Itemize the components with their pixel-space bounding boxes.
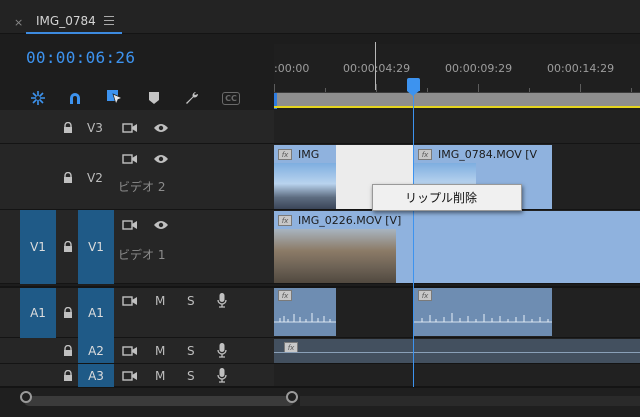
ruler-tick xyxy=(478,84,479,92)
sync-lock-icon[interactable] xyxy=(122,294,138,308)
track-label[interactable]: V3 xyxy=(87,121,103,135)
eye-icon[interactable] xyxy=(153,121,169,135)
track-header-v1[interactable]: V1 V1 ビデオ 1 xyxy=(0,210,274,284)
ruler-label: 00:00:04:29 xyxy=(343,62,411,75)
playhead-timecode[interactable]: 00:00:06:26 xyxy=(26,48,135,67)
ruler-label: :00:00 xyxy=(274,62,310,75)
ruler-tick xyxy=(376,84,377,92)
snap-magnet-icon[interactable] xyxy=(65,88,85,108)
scroll-zoom-handle-right[interactable] xyxy=(286,391,298,403)
ruler-label: 00:00:09:29 xyxy=(445,62,513,75)
track-target-a2[interactable]: A2 xyxy=(78,338,114,363)
eye-icon[interactable] xyxy=(153,152,169,166)
horizontal-scrollbar[interactable] xyxy=(24,396,294,406)
lock-icon[interactable] xyxy=(60,306,76,320)
ruler-tick xyxy=(580,84,581,92)
settings-wrench-icon[interactable] xyxy=(182,88,202,108)
lock-icon[interactable] xyxy=(60,369,76,383)
eye-icon[interactable] xyxy=(153,218,169,232)
audio-waveform xyxy=(274,352,640,353)
mute-button[interactable]: M xyxy=(155,344,165,358)
solo-button[interactable]: S xyxy=(187,369,195,383)
sync-lock-icon[interactable] xyxy=(122,152,138,166)
track-lane-v3[interactable] xyxy=(274,110,640,144)
track-header-a2[interactable]: A2 M S xyxy=(0,338,274,364)
clip-name: IMG_0784.MOV [V xyxy=(438,147,538,161)
source-patch-a1[interactable]: A1 xyxy=(20,288,56,338)
captions-icon[interactable]: CC xyxy=(220,88,242,108)
fx-badge-icon[interactable]: fx xyxy=(418,289,432,301)
scroll-zoom-handle-left[interactable] xyxy=(20,391,32,403)
ruler-label: 00:00:14:29 xyxy=(547,62,615,75)
clip-thumbnail xyxy=(274,163,336,209)
clip-header: fx IMG xyxy=(274,145,336,163)
track-header-v3[interactable]: V3 xyxy=(0,110,274,144)
fx-badge-icon[interactable]: fx xyxy=(278,148,292,160)
sync-lock-icon[interactable] xyxy=(122,121,138,135)
render-status-bar xyxy=(274,106,640,108)
solo-button[interactable]: S xyxy=(187,294,195,308)
lock-icon[interactable] xyxy=(60,344,76,358)
scrollbar-remaining-track[interactable] xyxy=(300,396,640,406)
sync-lock-icon[interactable] xyxy=(122,369,138,383)
clip-name: IMG_0226.MOV [V] xyxy=(298,213,402,227)
voice-over-record-icon[interactable] xyxy=(214,367,230,383)
track-target-a3[interactable]: A3 xyxy=(78,364,114,387)
sync-lock-icon[interactable] xyxy=(122,344,138,358)
video-clip[interactable]: fx IMG_0226.MOV [V] xyxy=(274,211,640,283)
track-header-v2[interactable]: V2 ビデオ 2 xyxy=(0,144,274,210)
sequence-tab-title[interactable]: IMG_0784 xyxy=(36,14,96,28)
lock-icon[interactable] xyxy=(60,171,76,185)
clip-name: IMG xyxy=(298,147,320,161)
fx-badge-icon[interactable]: fx xyxy=(278,214,292,226)
clip-header: fx IMG_0784.MOV [V xyxy=(414,145,552,163)
clip-thumbnail xyxy=(274,229,396,283)
nest-sequence-icon[interactable] xyxy=(28,88,48,108)
audio-clip[interactable]: fx xyxy=(414,288,552,336)
solo-button[interactable]: S xyxy=(187,344,195,358)
video-clip[interactable]: fx IMG xyxy=(274,145,336,209)
audio-clip[interactable]: fx xyxy=(274,339,640,363)
track-header-a3[interactable]: A3 M S xyxy=(0,364,274,387)
context-menu-ripple-delete[interactable]: リップル削除 xyxy=(372,184,522,211)
clip-header: fx IMG_0226.MOV [V] xyxy=(274,211,640,229)
fx-badge-icon[interactable]: fx xyxy=(418,148,432,160)
audio-clip[interactable]: fx xyxy=(274,288,336,336)
audio-waveform xyxy=(274,313,336,323)
track-target-a1[interactable]: A1 xyxy=(78,288,114,338)
work-area-bar[interactable] xyxy=(274,92,640,109)
track-header-a1[interactable]: A1 A1 M S xyxy=(0,286,274,338)
source-patch-v1[interactable]: V1 xyxy=(20,210,56,284)
track-lane-a3[interactable] xyxy=(274,364,640,387)
timeline-scroll-bar xyxy=(0,387,640,417)
time-ruler[interactable]: :00:00 00:00:04:29 00:00:09:29 00:00:14:… xyxy=(274,44,640,92)
track-name: ビデオ 1 xyxy=(118,248,166,262)
clip-header: fx xyxy=(274,288,336,302)
voice-over-record-icon[interactable] xyxy=(214,292,230,308)
sync-lock-icon[interactable] xyxy=(122,218,138,232)
timeline-toolbar: CC xyxy=(20,88,260,108)
playhead-line[interactable] xyxy=(413,90,414,387)
lock-icon[interactable] xyxy=(60,240,76,254)
lock-icon[interactable] xyxy=(60,121,76,135)
add-marker-icon[interactable] xyxy=(144,88,164,108)
track-target-v1[interactable]: V1 xyxy=(78,210,114,284)
panel-menu-icon[interactable] xyxy=(104,16,114,25)
track-name: ビデオ 2 xyxy=(118,180,166,194)
mouse-position-line xyxy=(375,42,376,90)
panel-tab-bar: × IMG_0784 xyxy=(0,0,640,34)
close-panel-button[interactable]: × xyxy=(14,16,23,29)
ruler-tick xyxy=(274,84,275,92)
fx-badge-icon[interactable]: fx xyxy=(278,289,292,301)
track-label[interactable]: V2 xyxy=(87,171,103,185)
voice-over-record-icon[interactable] xyxy=(214,342,230,358)
mute-button[interactable]: M xyxy=(155,294,165,308)
clip-header: fx xyxy=(414,288,552,302)
mute-button[interactable]: M xyxy=(155,369,165,383)
audio-waveform xyxy=(414,313,552,323)
linked-selection-icon[interactable] xyxy=(105,88,125,108)
active-tab-indicator xyxy=(26,32,122,34)
